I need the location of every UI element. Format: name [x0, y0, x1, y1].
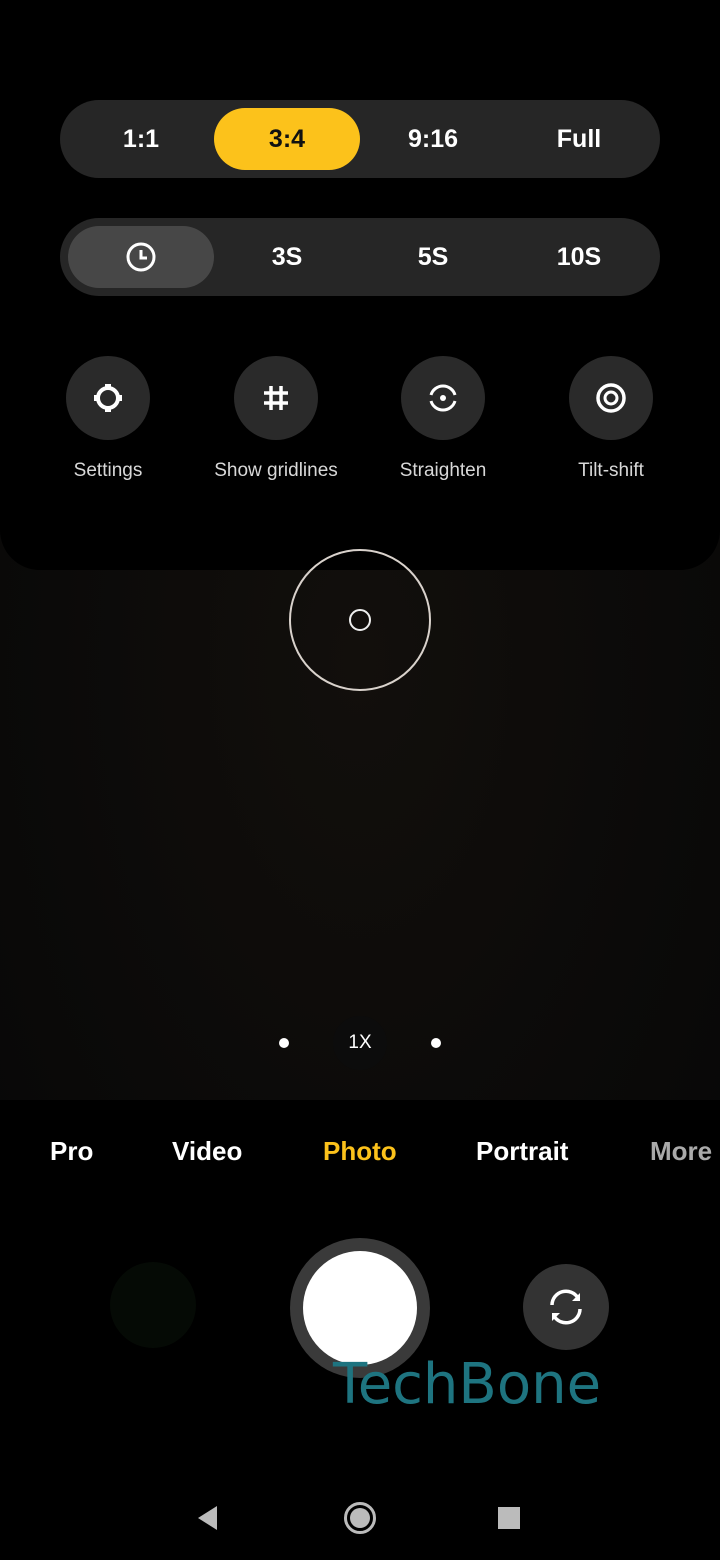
mode-selector: Pro Video Photo Portrait More — [0, 1136, 720, 1176]
aspect-ratio-selector: 1:1 3:4 9:16 Full — [60, 100, 660, 178]
aspect-3-4[interactable]: 3:4 — [214, 108, 360, 170]
show-gridlines-button[interactable]: Show gridlines — [191, 356, 361, 482]
aspect-9-16[interactable]: 9:16 — [360, 108, 506, 170]
nav-back-button[interactable] — [188, 1498, 228, 1538]
aspect-1-1[interactable]: 1:1 — [68, 108, 214, 170]
zoom-level-button[interactable]: 1X — [333, 1016, 387, 1070]
mode-pro[interactable]: Pro — [50, 1136, 93, 1167]
back-icon — [198, 1506, 217, 1530]
focus-center-icon — [349, 609, 371, 631]
nav-home-button[interactable] — [340, 1498, 380, 1538]
zoom-dot-left[interactable] — [279, 1038, 289, 1048]
settings-button[interactable]: Settings — [23, 356, 193, 482]
mode-video[interactable]: Video — [172, 1136, 242, 1167]
home-icon — [344, 1502, 376, 1534]
nav-recents-button[interactable] — [489, 1498, 529, 1538]
zoom-dot-right[interactable] — [431, 1038, 441, 1048]
timer-10s[interactable]: 10S — [506, 226, 652, 288]
gallery-thumbnail[interactable] — [110, 1262, 196, 1348]
recents-icon — [498, 1507, 520, 1529]
straighten-label: Straighten — [399, 460, 487, 481]
grid-icon — [264, 386, 288, 410]
mode-photo[interactable]: Photo — [323, 1136, 397, 1167]
aspect-full[interactable]: Full — [506, 108, 652, 170]
level-icon — [429, 384, 457, 412]
tilt-shift-icon — [596, 383, 626, 413]
switch-camera-icon — [550, 1289, 582, 1325]
techbone-watermark: TechBone — [333, 1352, 602, 1417]
tilt-shift-button[interactable]: Tilt-shift — [526, 356, 696, 482]
timer-off[interactable] — [68, 226, 214, 288]
timer-selector: 3S 5S 10S — [60, 218, 660, 296]
switch-camera-button[interactable] — [523, 1264, 609, 1350]
show-gridlines-label: Show gridlines — [214, 460, 338, 481]
straighten-button[interactable]: Straighten — [358, 356, 528, 482]
focus-ring — [289, 549, 431, 691]
settings-label: Settings — [73, 460, 143, 481]
timer-5s[interactable]: 5S — [360, 226, 506, 288]
mode-portrait[interactable]: Portrait — [476, 1136, 568, 1167]
timer-3s[interactable]: 3S — [214, 226, 360, 288]
quick-settings-panel: 1:1 3:4 9:16 Full 3S 5S 10S Settings Sho… — [0, 0, 720, 570]
gear-icon — [94, 384, 122, 412]
mode-more[interactable]: More — [650, 1136, 712, 1167]
tilt-shift-label: Tilt-shift — [578, 460, 644, 481]
clock-icon — [126, 242, 156, 272]
